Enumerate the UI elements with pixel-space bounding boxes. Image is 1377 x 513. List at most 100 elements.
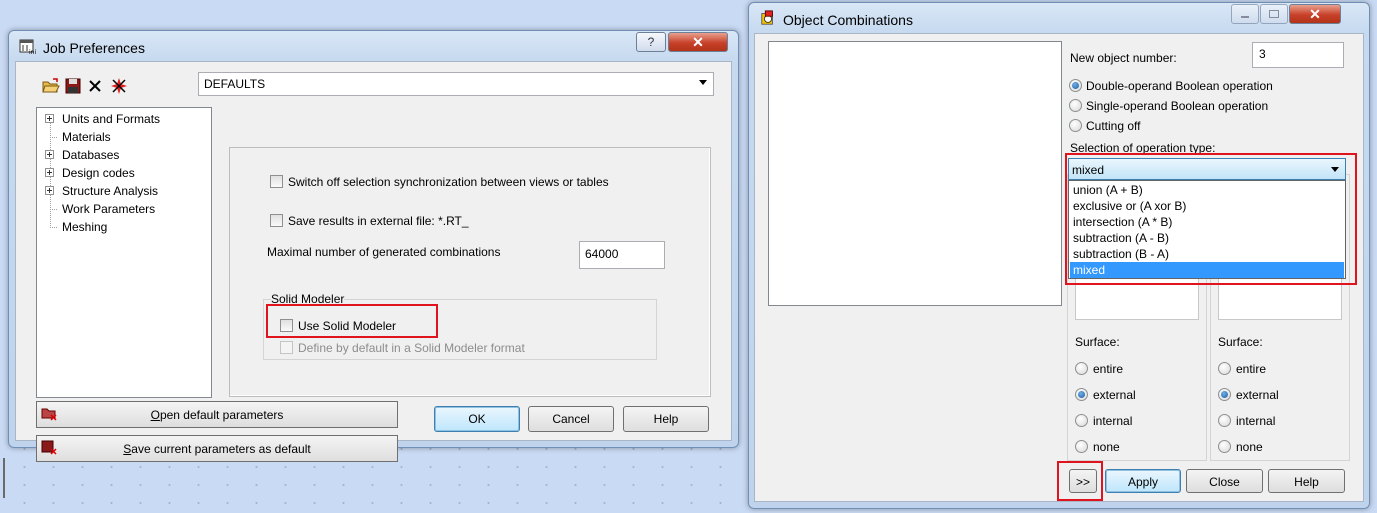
tree-item-label: Units and Formats xyxy=(62,112,161,126)
cancel-button[interactable]: Cancel xyxy=(528,406,614,432)
surface-a-radio-external[interactable] xyxy=(1075,388,1088,401)
double-operand-radio[interactable] xyxy=(1069,79,1082,92)
close-title-button[interactable]: ✕ xyxy=(668,32,728,52)
ok-button[interactable]: OK xyxy=(434,406,520,432)
expand-plus-icon[interactable] xyxy=(45,150,54,159)
delete-x-icon[interactable] xyxy=(88,79,102,93)
surface-a-radio-internal[interactable] xyxy=(1075,414,1088,427)
open-params-icon xyxy=(41,408,57,421)
close-button[interactable]: Close xyxy=(1186,469,1263,493)
help-button[interactable]: Help xyxy=(623,406,709,432)
max-combinations-label: Maximal number of generated combinations xyxy=(267,245,501,259)
operation-option[interactable]: mixed xyxy=(1070,262,1344,278)
single-operand-radio[interactable] xyxy=(1069,99,1082,112)
preferences-tree[interactable]: Units and Formats Materials Databases Desig… xyxy=(36,107,212,398)
max-combinations-input[interactable]: 64000 xyxy=(579,241,665,269)
surface-b-radio-none[interactable] xyxy=(1218,440,1231,453)
object-combinations-client: New object number: 3 Double-operand Bool… xyxy=(754,33,1364,502)
save-disk-icon[interactable] xyxy=(65,78,81,94)
object-combinations-title: Object Combinations xyxy=(783,12,913,28)
surface-a-label-entire: entire xyxy=(1093,362,1124,376)
surface-a-radio-none[interactable] xyxy=(1075,440,1088,453)
switch-off-sync-label: Switch off selection synchronization bet… xyxy=(288,175,609,189)
new-object-value: 3 xyxy=(1259,47,1266,61)
job-preferences-titlebar[interactable]: ini Job Preferences ? ✕ xyxy=(9,31,738,59)
operation-type-combobox[interactable]: mixed xyxy=(1068,158,1346,180)
switch-off-sync-checkbox[interactable] xyxy=(270,175,283,188)
operation-option[interactable]: subtraction (A - B) xyxy=(1070,230,1344,246)
tree-connector xyxy=(50,227,57,228)
operation-type-selected: mixed xyxy=(1072,163,1105,177)
canvas-edge xyxy=(3,458,5,498)
use-solid-modeler-label: Use Solid Modeler xyxy=(298,319,397,333)
surface-b-label: Surface: xyxy=(1218,335,1263,349)
expand-plus-icon[interactable] xyxy=(45,168,54,177)
save-params-icon xyxy=(41,440,57,455)
tree-item-label: Structure Analysis xyxy=(62,184,159,198)
tree-connector xyxy=(50,137,57,138)
tree-item-label: Work Parameters xyxy=(62,202,156,216)
cutting-off-label: Cutting off xyxy=(1086,119,1141,133)
new-object-label: New object number: xyxy=(1070,51,1177,65)
tree-connector xyxy=(50,209,57,210)
operation-option[interactable]: subtraction (B - A) xyxy=(1070,246,1344,262)
chevron-down-icon xyxy=(699,80,707,85)
solid-modeler-group-title: Solid Modeler xyxy=(271,292,345,306)
selection-type-label: Selection of operation type: xyxy=(1070,141,1216,155)
help-title-button[interactable]: ? xyxy=(636,32,666,52)
apply-button[interactable]: Apply xyxy=(1105,469,1181,493)
double-operand-label: Double-operand Boolean operation xyxy=(1086,79,1273,93)
operation-option[interactable]: exclusive or (A xor B) xyxy=(1070,198,1344,214)
max-combinations-value: 64000 xyxy=(585,247,619,261)
cutting-off-radio[interactable] xyxy=(1069,119,1082,132)
surface-b-label-external: external xyxy=(1236,388,1279,402)
surface-b-radio-external[interactable] xyxy=(1218,388,1231,401)
operation-option[interactable]: intersection (A * B) xyxy=(1070,214,1344,230)
surface-a-label-external: external xyxy=(1093,388,1136,402)
close-window-button[interactable]: ✕ xyxy=(1289,4,1341,24)
surface-b-radio-entire[interactable] xyxy=(1218,362,1231,375)
preset-dropdown[interactable]: DEFAULTS xyxy=(198,72,714,96)
object-combinations-app-icon xyxy=(761,10,773,25)
object-combinations-window: Object Combinations ✕ New object number:… xyxy=(748,2,1370,509)
operand-a-list[interactable] xyxy=(1075,276,1199,320)
save-default-label: Save current parameters as default xyxy=(123,442,311,456)
save-results-checkbox[interactable] xyxy=(270,214,283,227)
save-results-label: Save results in external file: *.RT_ xyxy=(288,214,469,228)
object-combinations-titlebar[interactable]: Object Combinations ✕ xyxy=(749,3,1369,31)
save-current-parameters-button[interactable]: Save current parameters as default xyxy=(36,435,398,462)
operation-type-list[interactable]: union (A + B) exclusive or (A xor B) inter… xyxy=(1068,180,1346,279)
delete-all-star-icon[interactable] xyxy=(110,77,128,95)
surface-a-radio-entire[interactable] xyxy=(1075,362,1088,375)
expand-plus-icon[interactable] xyxy=(45,186,54,195)
define-default-checkbox xyxy=(280,341,293,354)
job-preferences-app-icon: ini xyxy=(19,39,36,55)
tree-item-label: Meshing xyxy=(62,220,108,234)
tree-item-label: Design codes xyxy=(62,166,135,180)
new-object-input[interactable]: 3 xyxy=(1252,42,1344,68)
job-preferences-title: Job Preferences xyxy=(43,40,145,56)
job-preferences-client: DEFAULTS Units and Formats Materials Datab… xyxy=(15,61,732,462)
help-button-combinations[interactable]: Help xyxy=(1268,469,1345,493)
define-default-label: Define by default in a Solid Modeler for… xyxy=(298,341,525,355)
operation-option[interactable]: union (A + B) xyxy=(1070,182,1344,198)
preset-value: DEFAULTS xyxy=(204,77,266,91)
expand-plus-icon[interactable] xyxy=(45,114,54,123)
open-default-parameters-button[interactable]: Open default parameters xyxy=(36,401,398,428)
open-folder-icon[interactable] xyxy=(42,78,60,94)
work-parameters-panel: Switch off selection synchronization bet… xyxy=(229,147,711,397)
surface-b-label-entire: entire xyxy=(1236,362,1267,376)
objects-preview-list[interactable] xyxy=(768,41,1062,306)
surface-a-label-none: none xyxy=(1093,440,1120,454)
use-solid-modeler-checkbox[interactable] xyxy=(280,319,293,332)
surface-b-label-internal: internal xyxy=(1236,414,1276,428)
chevron-down-icon xyxy=(1331,167,1339,172)
operand-b-list[interactable] xyxy=(1218,276,1342,320)
tree-item-label: Databases xyxy=(62,148,120,162)
surface-b-radio-internal[interactable] xyxy=(1218,414,1231,427)
expand-more-button[interactable]: >> xyxy=(1069,469,1097,493)
minimize-button[interactable] xyxy=(1231,4,1259,24)
surface-a-label: Surface: xyxy=(1075,335,1120,349)
maximize-button[interactable] xyxy=(1260,4,1288,24)
single-operand-label: Single-operand Boolean operation xyxy=(1086,99,1269,113)
